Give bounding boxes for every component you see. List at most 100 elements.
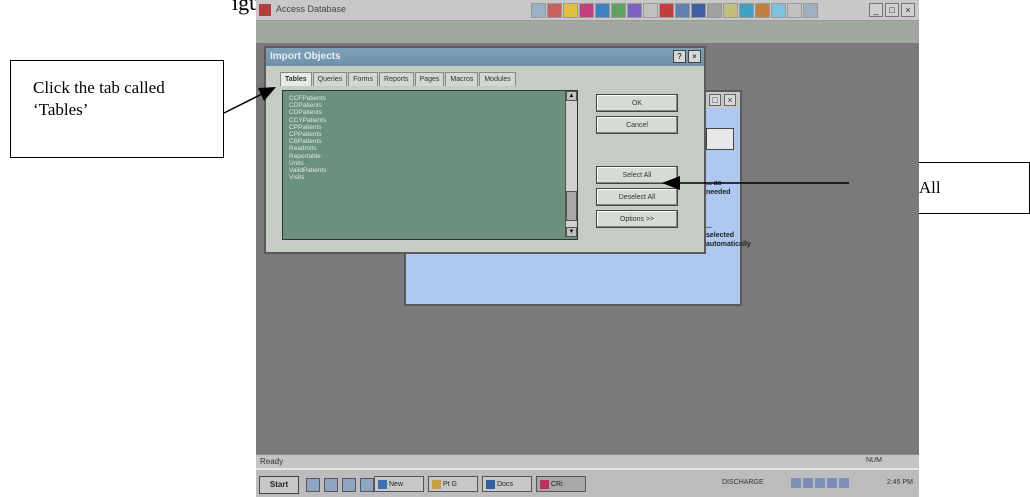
deselect-all-button[interactable]: Deselect All xyxy=(596,188,678,206)
options-button[interactable]: Options >> xyxy=(596,210,678,228)
close-icon[interactable]: × xyxy=(688,50,701,63)
cancel-button[interactable]: Cancel xyxy=(596,116,678,134)
toolbar-button-icon[interactable] xyxy=(739,3,754,18)
close-icon[interactable]: × xyxy=(724,94,736,106)
dialog-controls: ? × xyxy=(673,50,701,63)
toolbar-strip xyxy=(256,21,919,43)
taskbar-button-label: Pt G xyxy=(443,481,458,488)
scroll-thumb[interactable] xyxy=(566,191,577,221)
close-icon[interactable]: × xyxy=(901,3,915,17)
toolbar-button-icon[interactable] xyxy=(707,3,722,18)
tab-reports[interactable]: Reports xyxy=(379,72,414,86)
tab-pages[interactable]: Pages xyxy=(414,72,445,86)
taskbar-button-active[interactable]: CRi xyxy=(536,476,586,492)
tab-modules[interactable]: Modules xyxy=(479,72,516,86)
import-objects-dialog: Import Objects ? × Tables Queries Forms … xyxy=(264,46,706,254)
list-item[interactable]: Units xyxy=(289,160,326,167)
toolbar-button-icon[interactable] xyxy=(787,3,802,18)
list-item[interactable]: CCFPatients xyxy=(289,95,326,102)
window-icon xyxy=(378,480,387,489)
tray-icon[interactable] xyxy=(803,478,813,488)
table-items: CCFPatients CDPatients CDPatients CCYPat… xyxy=(289,95,326,181)
quick-launch-icon[interactable] xyxy=(324,478,338,492)
taskbar-button[interactable]: Docs xyxy=(482,476,532,492)
status-bar: Ready NUM xyxy=(256,454,919,469)
list-item[interactable]: Readmits xyxy=(289,145,326,152)
scroll-down-icon[interactable]: ▼ xyxy=(566,227,577,237)
list-item[interactable]: CDPatients xyxy=(289,102,326,109)
tables-list[interactable]: CCFPatients CDPatients CDPatients CCYPat… xyxy=(282,90,578,240)
toolbar-button-icon[interactable] xyxy=(659,3,674,18)
quick-launch-icon[interactable] xyxy=(342,478,356,492)
list-item[interactable]: CPPatients xyxy=(289,124,326,131)
toolbar-button-icon[interactable] xyxy=(627,3,642,18)
num-lock-indicator: NUM xyxy=(866,457,882,464)
quick-launch xyxy=(306,478,374,492)
toolbar-button-icon[interactable] xyxy=(531,3,546,18)
list-item[interactable]: CPPatients xyxy=(289,131,326,138)
clock: 2:45 PM xyxy=(886,479,913,486)
maximize-icon[interactable]: □ xyxy=(709,94,721,106)
toolbar-button-icon[interactable] xyxy=(691,3,706,18)
window-icon xyxy=(486,480,495,489)
toolbar-button-icon[interactable] xyxy=(595,3,610,18)
background-window-text: ... automatically xyxy=(706,232,751,248)
help-icon[interactable]: ? xyxy=(673,50,686,63)
tab-queries[interactable]: Queries xyxy=(312,72,348,86)
background-window-button[interactable] xyxy=(706,128,734,150)
window-icon xyxy=(540,480,549,489)
app-title: Access Database xyxy=(276,4,347,14)
callout-tables-text: Click the tab called ‘Tables’ xyxy=(33,78,165,119)
background-window-text: ... as needed xyxy=(706,180,731,196)
tray-icon[interactable] xyxy=(815,478,825,488)
taskbar-button[interactable]: Pt G xyxy=(428,476,478,492)
list-item[interactable]: CBPatients xyxy=(289,138,326,145)
tray-icon[interactable] xyxy=(827,478,837,488)
object-tabs: Tables Queries Forms Reports Pages Macro… xyxy=(280,72,517,86)
maximize-icon[interactable]: □ xyxy=(885,3,899,17)
window-icon xyxy=(432,480,441,489)
toolbar-button-icon[interactable] xyxy=(547,3,562,18)
tab-tables[interactable]: Tables xyxy=(280,72,312,86)
status-text: Ready xyxy=(260,457,284,466)
taskbar-button-label: Docs xyxy=(497,481,513,488)
list-scrollbar[interactable]: ▲ ▼ xyxy=(565,91,577,237)
dialog-title-bar: Import Objects ? × xyxy=(266,48,704,66)
toolbar-button-icon[interactable] xyxy=(771,3,786,18)
quick-launch-icon[interactable] xyxy=(306,478,320,492)
minimize-icon[interactable]: _ xyxy=(869,3,883,17)
toolbar-button-icon[interactable] xyxy=(675,3,690,18)
taskbar-button[interactable]: New xyxy=(374,476,424,492)
list-item[interactable]: Reportable xyxy=(289,153,326,160)
tab-forms[interactable]: Forms xyxy=(348,72,379,86)
callout-tables-tab: Click the tab called ‘Tables’ xyxy=(10,60,224,158)
taskbar-button-label: CRi xyxy=(551,481,563,488)
select-all-button[interactable]: Select All xyxy=(596,166,678,184)
list-item[interactable]: ValidPatients xyxy=(289,167,326,174)
tab-macros[interactable]: Macros xyxy=(445,72,479,86)
taskbar-button-label: New xyxy=(389,481,404,488)
taskbar: Start New Pt G Docs CRi DISCHARGE 2:45 P… xyxy=(256,468,919,497)
toolbar-button-icon[interactable] xyxy=(563,3,578,18)
app-title-bar: Access Database _ □ × xyxy=(256,0,919,21)
tray-icon[interactable] xyxy=(791,478,801,488)
scroll-up-icon[interactable]: ▲ xyxy=(566,91,577,101)
toolbar-button-icon[interactable] xyxy=(643,3,658,18)
tray-text: DISCHARGE xyxy=(722,479,764,486)
list-item[interactable]: CDPatients xyxy=(289,109,326,116)
tray-icon[interactable] xyxy=(839,478,849,488)
toolbar-button-icon[interactable] xyxy=(723,3,738,18)
ok-button[interactable]: OK xyxy=(596,94,678,112)
toolbar-button-icon[interactable] xyxy=(579,3,594,18)
dialog-title: Import Objects xyxy=(270,51,341,62)
toolbar-button-icon[interactable] xyxy=(803,3,818,18)
system-tray xyxy=(791,478,849,488)
toolbar-button-icon[interactable] xyxy=(611,3,626,18)
quick-launch-icon[interactable] xyxy=(360,478,374,492)
window-controls: _ □ × xyxy=(869,3,915,17)
access-app-icon xyxy=(259,4,271,16)
start-button[interactable]: Start xyxy=(259,476,299,494)
list-item[interactable]: Visits xyxy=(289,174,326,181)
toolbar-button-icon[interactable] xyxy=(755,3,770,18)
list-item[interactable]: CCYPatients xyxy=(289,117,326,124)
